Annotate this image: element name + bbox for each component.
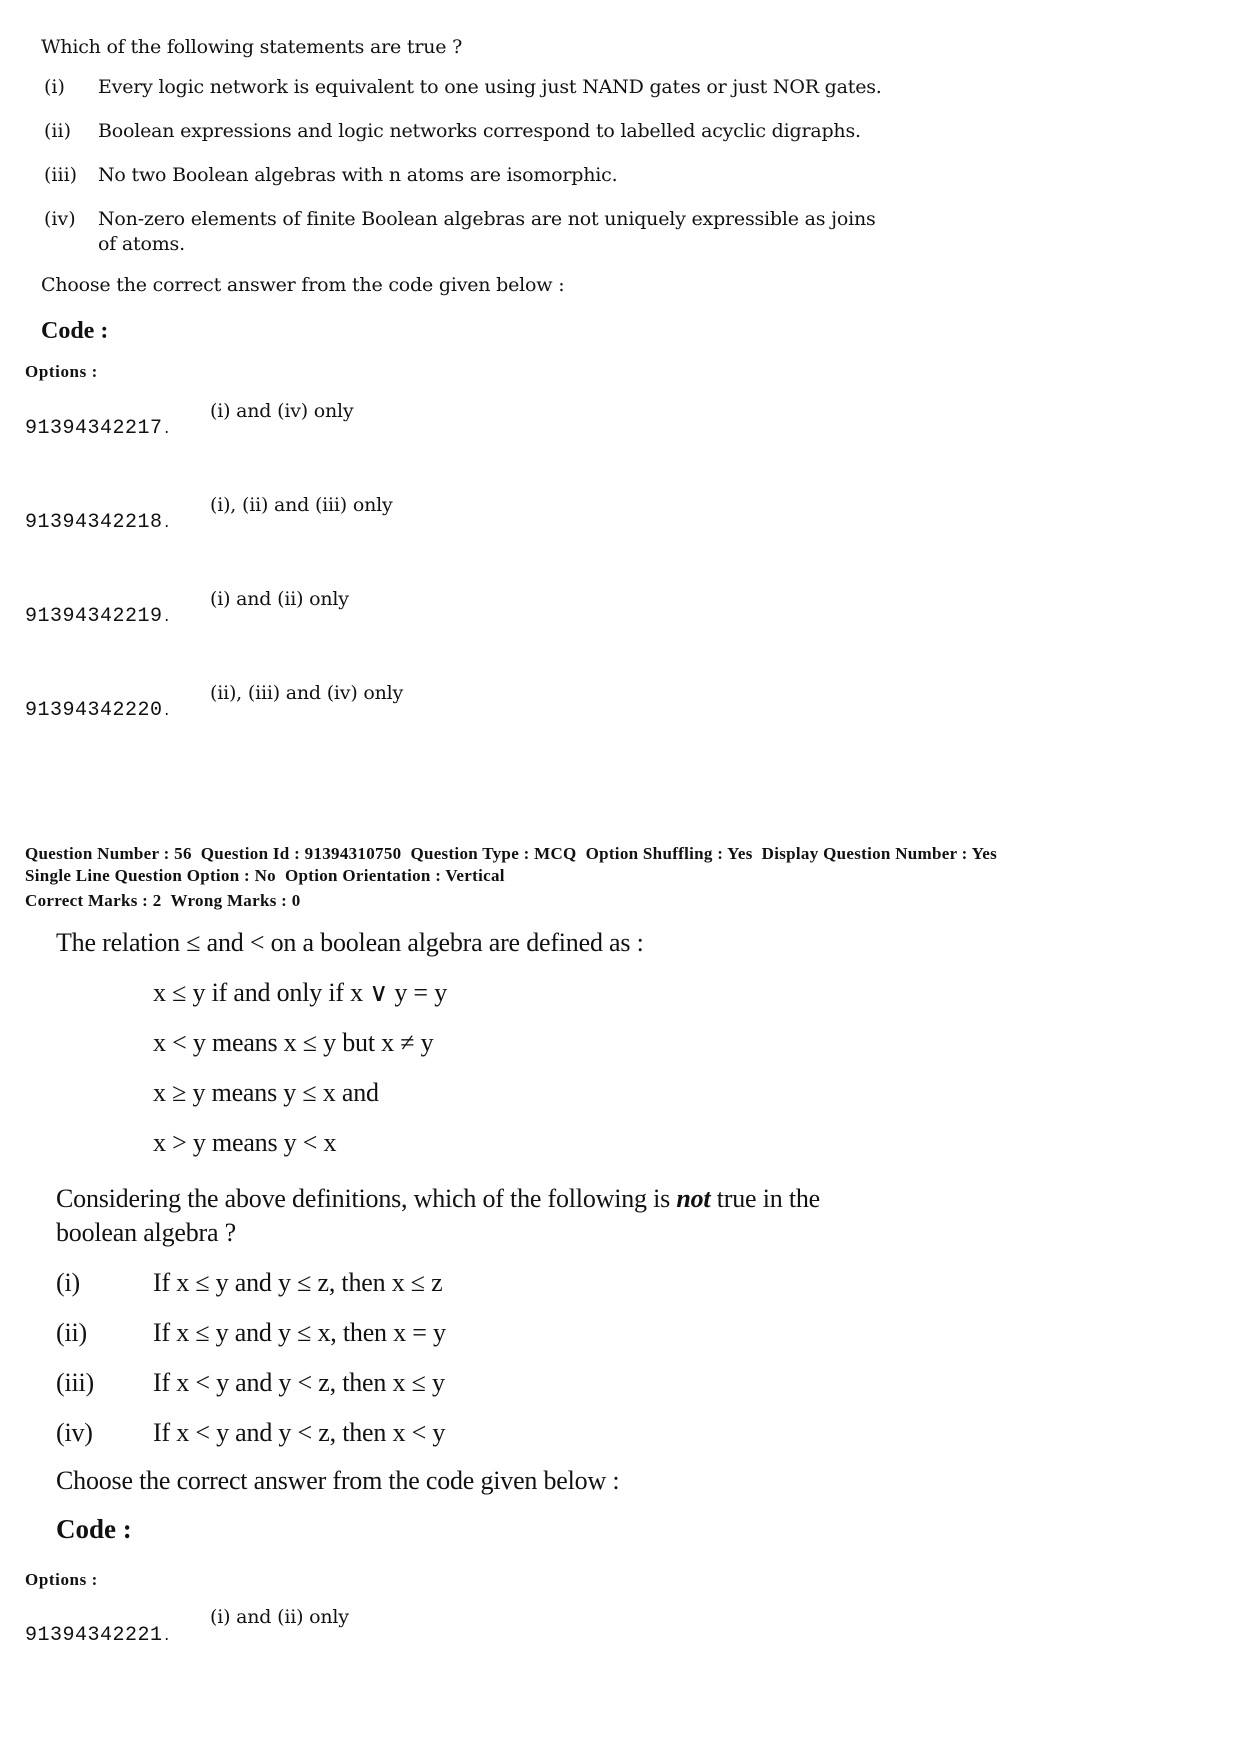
single-line-option: No — [254, 866, 276, 885]
statement-number: (ii) — [56, 1318, 87, 1347]
option-orientation: Vertical — [445, 866, 505, 885]
definition-item: x ≤ y if and only if x ∨ y = y — [153, 978, 447, 1007]
statement-text: If x < y and y < z, then x ≤ y — [153, 1368, 445, 1397]
definition-item: x ≥ y means y ≤ x and — [153, 1078, 379, 1107]
option-id: 91394342218. — [25, 511, 172, 534]
option-id: 91394342220. — [25, 699, 172, 722]
statement-number: (ii) — [44, 120, 71, 142]
definition-item: x > y means y < x — [153, 1128, 337, 1157]
option-text: (i) and (ii) only — [210, 1606, 349, 1628]
option-shuffling: Yes — [727, 844, 753, 863]
option-text: (i), (ii) and (iii) only — [210, 494, 393, 516]
option-text: (i) and (ii) only — [210, 588, 349, 610]
statement-number: (iii) — [56, 1368, 94, 1397]
question-type: MCQ — [534, 844, 577, 863]
statement-text: If x ≤ y and y ≤ x, then x = y — [153, 1318, 446, 1347]
statement-number: (iii) — [44, 164, 78, 186]
question-56-prompt-line-2: boolean algebra ? — [56, 1218, 236, 1247]
statement-number: (iv) — [56, 1418, 93, 1447]
question-marks: Correct Marks : 2 Wrong Marks : 0 — [25, 891, 301, 910]
definition-item: x < y means x ≤ y but x ≠ y — [153, 1028, 434, 1057]
code-label: Code : — [56, 1514, 132, 1544]
wrong-marks: 0 — [291, 891, 301, 910]
statement-text: No two Boolean algebras with n atoms are… — [98, 164, 618, 186]
answer-instruction: Choose the correct answer from the code … — [56, 1466, 620, 1495]
question-id: 91394310750 — [304, 844, 402, 863]
emphasis-not: not — [676, 1184, 711, 1213]
question-56-prompt: Considering the above definitions, which… — [56, 1184, 820, 1213]
statement-text-continued: of atoms. — [98, 233, 185, 255]
code-label: Code : — [41, 318, 109, 344]
statement-number: (iv) — [44, 208, 76, 230]
correct-marks: 2 — [152, 891, 162, 910]
question-meta-line-1: Question Number : 56 Question Id : 913943… — [25, 844, 998, 863]
option-id: 91394342219. — [25, 605, 172, 628]
answer-instruction: Choose the correct answer from the code … — [41, 274, 565, 296]
option-text: (ii), (iii) and (iv) only — [210, 682, 404, 704]
statement-text: Boolean expressions and logic networks c… — [98, 120, 861, 142]
statement-text: If x ≤ y and y ≤ z, then x ≤ z — [153, 1268, 443, 1297]
display-question-number: Yes — [971, 844, 998, 863]
statement-text: Non-zero elements of finite Boolean alge… — [98, 208, 876, 230]
options-label: Options : — [25, 1570, 98, 1589]
statement-number: (i) — [56, 1268, 80, 1297]
options-label: Options : — [25, 362, 98, 381]
statement-number: (i) — [44, 76, 65, 98]
statement-text: Every logic network is equivalent to one… — [98, 76, 882, 98]
question-number: 56 — [174, 844, 192, 863]
option-text: (i) and (iv) only — [210, 400, 354, 422]
question-55-prompt: Which of the following statements are tr… — [41, 36, 463, 58]
question-meta-line-2: Single Line Question Option : No Option O… — [25, 866, 505, 885]
statement-text: If x < y and y < z, then x < y — [153, 1418, 446, 1447]
question-56-intro: The relation ≤ and < on a boolean algebr… — [56, 928, 644, 957]
option-id: 91394342217. — [25, 417, 172, 440]
option-id: 91394342221. — [25, 1624, 172, 1647]
